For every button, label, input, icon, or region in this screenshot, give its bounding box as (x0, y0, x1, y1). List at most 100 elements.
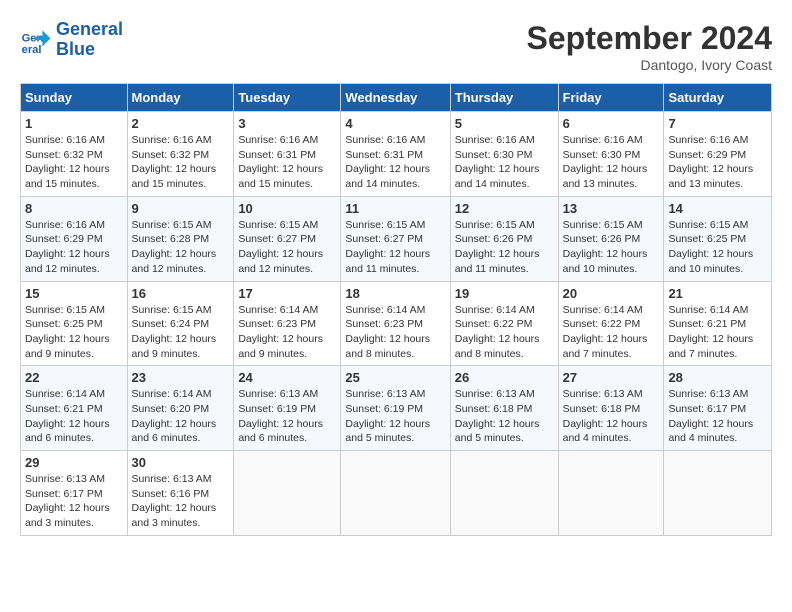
day-number: 28 (668, 370, 767, 385)
day-number: 14 (668, 201, 767, 216)
day-info: Sunrise: 6:13 AM Sunset: 6:17 PM Dayligh… (668, 387, 767, 446)
svg-text:eral: eral (22, 44, 42, 56)
weekday-header: Wednesday (341, 84, 450, 112)
day-info: Sunrise: 6:16 AM Sunset: 6:32 PM Dayligh… (25, 133, 123, 192)
day-info: Sunrise: 6:16 AM Sunset: 6:31 PM Dayligh… (238, 133, 336, 192)
day-info: Sunrise: 6:16 AM Sunset: 6:29 PM Dayligh… (25, 218, 123, 277)
calendar-day-cell: 24 Sunrise: 6:13 AM Sunset: 6:19 PM Dayl… (234, 366, 341, 451)
page-header: Gen eral General Blue September 2024 Dan… (20, 20, 772, 73)
weekday-header: Thursday (450, 84, 558, 112)
day-number: 9 (132, 201, 230, 216)
day-number: 4 (345, 116, 445, 131)
empty-cell (341, 451, 450, 536)
day-number: 15 (25, 286, 123, 301)
day-info: Sunrise: 6:14 AM Sunset: 6:23 PM Dayligh… (238, 303, 336, 362)
calendar-day-cell: 9 Sunrise: 6:15 AM Sunset: 6:28 PM Dayli… (127, 196, 234, 281)
calendar-day-cell: 15 Sunrise: 6:15 AM Sunset: 6:25 PM Dayl… (21, 281, 128, 366)
day-number: 5 (455, 116, 554, 131)
day-number: 22 (25, 370, 123, 385)
calendar-week-row: 22 Sunrise: 6:14 AM Sunset: 6:21 PM Dayl… (21, 366, 772, 451)
calendar-day-cell: 21 Sunrise: 6:14 AM Sunset: 6:21 PM Dayl… (664, 281, 772, 366)
day-info: Sunrise: 6:15 AM Sunset: 6:24 PM Dayligh… (132, 303, 230, 362)
day-number: 26 (455, 370, 554, 385)
day-number: 16 (132, 286, 230, 301)
day-info: Sunrise: 6:15 AM Sunset: 6:25 PM Dayligh… (668, 218, 767, 277)
calendar-day-cell: 29 Sunrise: 6:13 AM Sunset: 6:17 PM Dayl… (21, 451, 128, 536)
day-number: 18 (345, 286, 445, 301)
weekday-header: Sunday (21, 84, 128, 112)
day-info: Sunrise: 6:15 AM Sunset: 6:26 PM Dayligh… (563, 218, 660, 277)
day-info: Sunrise: 6:14 AM Sunset: 6:22 PM Dayligh… (563, 303, 660, 362)
calendar-day-cell: 22 Sunrise: 6:14 AM Sunset: 6:21 PM Dayl… (21, 366, 128, 451)
calendar-header: SundayMondayTuesdayWednesdayThursdayFrid… (21, 84, 772, 112)
day-info: Sunrise: 6:16 AM Sunset: 6:30 PM Dayligh… (563, 133, 660, 192)
calendar-day-cell: 8 Sunrise: 6:16 AM Sunset: 6:29 PM Dayli… (21, 196, 128, 281)
calendar-day-cell: 12 Sunrise: 6:15 AM Sunset: 6:26 PM Dayl… (450, 196, 558, 281)
title-block: September 2024 Dantogo, Ivory Coast (527, 20, 772, 73)
calendar-day-cell: 17 Sunrise: 6:14 AM Sunset: 6:23 PM Dayl… (234, 281, 341, 366)
day-number: 7 (668, 116, 767, 131)
empty-cell (558, 451, 664, 536)
month-title: September 2024 (527, 20, 772, 57)
day-info: Sunrise: 6:13 AM Sunset: 6:19 PM Dayligh… (345, 387, 445, 446)
day-info: Sunrise: 6:15 AM Sunset: 6:26 PM Dayligh… (455, 218, 554, 277)
day-number: 23 (132, 370, 230, 385)
day-info: Sunrise: 6:15 AM Sunset: 6:27 PM Dayligh… (345, 218, 445, 277)
day-number: 21 (668, 286, 767, 301)
weekday-header: Tuesday (234, 84, 341, 112)
calendar-day-cell: 16 Sunrise: 6:15 AM Sunset: 6:24 PM Dayl… (127, 281, 234, 366)
calendar-week-row: 1 Sunrise: 6:16 AM Sunset: 6:32 PM Dayli… (21, 112, 772, 197)
calendar-day-cell: 1 Sunrise: 6:16 AM Sunset: 6:32 PM Dayli… (21, 112, 128, 197)
day-number: 17 (238, 286, 336, 301)
day-info: Sunrise: 6:14 AM Sunset: 6:21 PM Dayligh… (25, 387, 123, 446)
day-number: 30 (132, 455, 230, 470)
calendar-day-cell: 27 Sunrise: 6:13 AM Sunset: 6:18 PM Dayl… (558, 366, 664, 451)
day-info: Sunrise: 6:13 AM Sunset: 6:18 PM Dayligh… (563, 387, 660, 446)
day-number: 13 (563, 201, 660, 216)
day-info: Sunrise: 6:16 AM Sunset: 6:32 PM Dayligh… (132, 133, 230, 192)
logo: Gen eral General Blue (20, 20, 123, 60)
calendar-day-cell: 23 Sunrise: 6:14 AM Sunset: 6:20 PM Dayl… (127, 366, 234, 451)
day-info: Sunrise: 6:15 AM Sunset: 6:25 PM Dayligh… (25, 303, 123, 362)
calendar-day-cell: 13 Sunrise: 6:15 AM Sunset: 6:26 PM Dayl… (558, 196, 664, 281)
day-number: 20 (563, 286, 660, 301)
day-info: Sunrise: 6:16 AM Sunset: 6:29 PM Dayligh… (668, 133, 767, 192)
calendar-day-cell: 5 Sunrise: 6:16 AM Sunset: 6:30 PM Dayli… (450, 112, 558, 197)
day-number: 12 (455, 201, 554, 216)
day-number: 11 (345, 201, 445, 216)
weekday-header: Saturday (664, 84, 772, 112)
logo-icon: Gen eral (20, 24, 52, 56)
day-info: Sunrise: 6:14 AM Sunset: 6:23 PM Dayligh… (345, 303, 445, 362)
calendar-day-cell: 6 Sunrise: 6:16 AM Sunset: 6:30 PM Dayli… (558, 112, 664, 197)
calendar-day-cell: 3 Sunrise: 6:16 AM Sunset: 6:31 PM Dayli… (234, 112, 341, 197)
calendar-day-cell: 11 Sunrise: 6:15 AM Sunset: 6:27 PM Dayl… (341, 196, 450, 281)
day-info: Sunrise: 6:14 AM Sunset: 6:22 PM Dayligh… (455, 303, 554, 362)
calendar-day-cell: 7 Sunrise: 6:16 AM Sunset: 6:29 PM Dayli… (664, 112, 772, 197)
calendar-week-row: 15 Sunrise: 6:15 AM Sunset: 6:25 PM Dayl… (21, 281, 772, 366)
logo-text: General Blue (56, 20, 123, 60)
day-number: 25 (345, 370, 445, 385)
empty-cell (234, 451, 341, 536)
day-info: Sunrise: 6:14 AM Sunset: 6:21 PM Dayligh… (668, 303, 767, 362)
day-number: 1 (25, 116, 123, 131)
empty-cell (450, 451, 558, 536)
calendar-day-cell: 10 Sunrise: 6:15 AM Sunset: 6:27 PM Dayl… (234, 196, 341, 281)
day-info: Sunrise: 6:16 AM Sunset: 6:31 PM Dayligh… (345, 133, 445, 192)
calendar-day-cell: 30 Sunrise: 6:13 AM Sunset: 6:16 PM Dayl… (127, 451, 234, 536)
day-info: Sunrise: 6:13 AM Sunset: 6:19 PM Dayligh… (238, 387, 336, 446)
day-info: Sunrise: 6:13 AM Sunset: 6:16 PM Dayligh… (132, 472, 230, 531)
calendar-day-cell: 2 Sunrise: 6:16 AM Sunset: 6:32 PM Dayli… (127, 112, 234, 197)
day-number: 3 (238, 116, 336, 131)
day-info: Sunrise: 6:13 AM Sunset: 6:18 PM Dayligh… (455, 387, 554, 446)
weekday-header: Monday (127, 84, 234, 112)
day-number: 10 (238, 201, 336, 216)
calendar-day-cell: 20 Sunrise: 6:14 AM Sunset: 6:22 PM Dayl… (558, 281, 664, 366)
day-info: Sunrise: 6:14 AM Sunset: 6:20 PM Dayligh… (132, 387, 230, 446)
day-number: 24 (238, 370, 336, 385)
calendar-day-cell: 14 Sunrise: 6:15 AM Sunset: 6:25 PM Dayl… (664, 196, 772, 281)
day-info: Sunrise: 6:16 AM Sunset: 6:30 PM Dayligh… (455, 133, 554, 192)
day-info: Sunrise: 6:15 AM Sunset: 6:27 PM Dayligh… (238, 218, 336, 277)
calendar-day-cell: 18 Sunrise: 6:14 AM Sunset: 6:23 PM Dayl… (341, 281, 450, 366)
calendar-day-cell: 25 Sunrise: 6:13 AM Sunset: 6:19 PM Dayl… (341, 366, 450, 451)
day-number: 27 (563, 370, 660, 385)
